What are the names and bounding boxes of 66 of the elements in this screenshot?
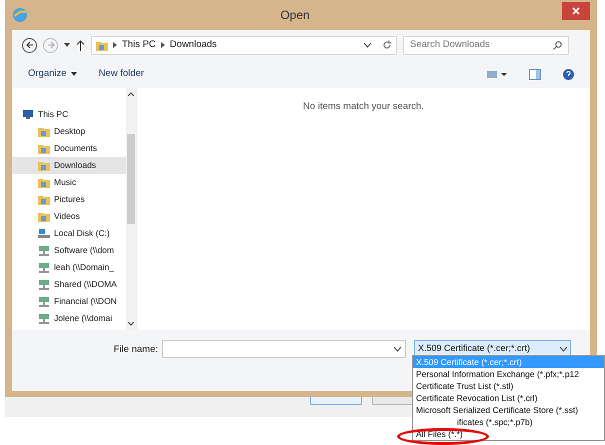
chevron-down-icon: [560, 346, 567, 352]
file-type-option[interactable]: Certificate Trust List (*.stl): [413, 380, 604, 392]
folder-icon: [38, 194, 50, 205]
nav-item[interactable]: Jolene (\\domai: [12, 310, 126, 327]
breadcrumb[interactable]: This PC: [122, 38, 156, 52]
network-drive-icon: [38, 296, 50, 307]
chevron-icon: [113, 42, 117, 48]
caret-icon: [70, 72, 77, 76]
file-type-option[interactable]: ificates (*.spc;*.p7b): [413, 416, 604, 428]
network-drive-icon: [38, 279, 50, 290]
nav-item[interactable]: Financial (\\DON: [12, 293, 126, 310]
forward-arrow-icon: [46, 41, 54, 49]
scroll-down-icon[interactable]: [128, 322, 134, 326]
app-icon: [12, 7, 28, 23]
search-icon: [553, 40, 562, 50]
close-button[interactable]: [562, 2, 590, 20]
file-type-option[interactable]: Microsoft Serialized Certificate Store (*.sst): [413, 404, 604, 416]
new-folder-button[interactable]: New folder: [98, 66, 144, 82]
back-arrow-icon: [26, 41, 34, 49]
nav-item[interactable]: Software (\\dom: [12, 242, 126, 259]
file-name-field[interactable]: [162, 340, 406, 358]
up-arrow-icon[interactable]: [76, 40, 85, 50]
network-drive-icon: [38, 262, 50, 273]
computer-icon: [22, 109, 34, 120]
folder-icon: [96, 40, 108, 50]
help-icon[interactable]: [563, 68, 574, 80]
file-name-label: File name:: [112, 343, 159, 357]
chevron-down-icon[interactable]: [364, 42, 371, 48]
nav-item[interactable]: Shared (\\DOMA: [12, 276, 126, 293]
back-button[interactable]: [22, 38, 37, 52]
nav-item[interactable]: This PC: [12, 106, 126, 123]
search-input[interactable]: Search Downloads: [410, 38, 553, 52]
window-title: Open: [280, 7, 310, 24]
nav-item[interactable]: Documents: [12, 140, 126, 157]
network-drive-icon: [38, 313, 50, 324]
drive-icon: [38, 228, 50, 239]
caret-icon[interactable]: [64, 43, 70, 47]
chevron-down-icon: [394, 346, 401, 352]
close-icon: [572, 7, 580, 15]
nav-item[interactable]: Downloads: [12, 157, 126, 174]
refresh-icon[interactable]: [382, 40, 392, 50]
search-field[interactable]: Search Downloads: [403, 36, 569, 54]
folder-icon: [38, 143, 50, 154]
file-type-option[interactable]: Personal Information Exchange (*.pfx;*.p12: [413, 368, 604, 380]
nav-item[interactable]: Desktop: [12, 123, 126, 140]
nav-item[interactable]: leah (\\Domain_: [12, 259, 126, 276]
nav-item[interactable]: Videos: [12, 208, 126, 225]
preview-pane-icon[interactable]: [529, 68, 541, 80]
scroll-thumb[interactable]: [127, 134, 135, 224]
folder-icon: [38, 177, 50, 188]
file-type-option[interactable]: Certificate Revocation List (*.crl): [413, 392, 604, 404]
network-drive-icon: [38, 245, 50, 256]
nav-item[interactable]: Music: [12, 174, 126, 191]
empty-message: No items match your search.: [303, 100, 424, 114]
folder-icon: [38, 211, 50, 222]
folder-icon: [38, 126, 50, 137]
organize-button[interactable]: Organize: [28, 66, 77, 82]
scrollbar[interactable]: [126, 88, 136, 330]
chevron-icon: [160, 42, 165, 48]
folder-icon: [38, 160, 50, 171]
address-bar[interactable]: This PC Downloads: [91, 36, 397, 54]
nav-item[interactable]: Pictures: [12, 191, 126, 208]
nav-item[interactable]: Local Disk (C:): [12, 225, 126, 242]
view-options-icon[interactable]: [487, 70, 507, 78]
scroll-up-icon[interactable]: [128, 92, 134, 96]
breadcrumb[interactable]: Downloads: [170, 38, 217, 52]
